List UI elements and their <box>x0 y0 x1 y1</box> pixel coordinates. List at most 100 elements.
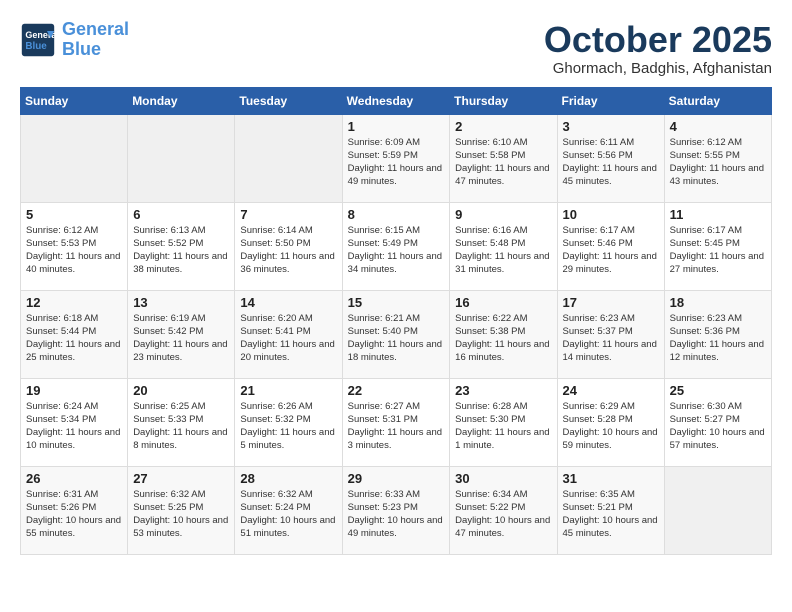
day-info: Sunrise: 6:09 AMSunset: 5:59 PMDaylight:… <box>348 136 445 189</box>
day-info: Sunrise: 6:10 AMSunset: 5:58 PMDaylight:… <box>455 136 551 189</box>
day-number: 1 <box>348 119 445 134</box>
calendar-cell: 26 Sunrise: 6:31 AMSunset: 5:26 PMDayligh… <box>21 466 128 554</box>
day-info: Sunrise: 6:23 AMSunset: 5:37 PMDaylight:… <box>563 312 659 365</box>
day-number: 17 <box>563 295 659 310</box>
calendar-cell: 10 Sunrise: 6:17 AMSunset: 5:46 PMDayligh… <box>557 202 664 290</box>
day-info: Sunrise: 6:11 AMSunset: 5:56 PMDaylight:… <box>563 136 659 189</box>
calendar-header-row: SundayMondayTuesdayWednesdayThursdayFrid… <box>21 87 772 114</box>
day-number: 10 <box>563 207 659 222</box>
day-number: 8 <box>348 207 445 222</box>
calendar-cell: 19 Sunrise: 6:24 AMSunset: 5:34 PMDayligh… <box>21 378 128 466</box>
month-title: October 2025 <box>544 20 772 60</box>
calendar-cell <box>21 114 128 202</box>
day-info: Sunrise: 6:18 AMSunset: 5:44 PMDaylight:… <box>26 312 122 365</box>
title-block: October 2025 Ghormach, Badghis, Afghanis… <box>544 20 772 77</box>
calendar-cell: 20Sunrise: 6:25 AMSunset: 5:33 PMDayligh… <box>128 378 235 466</box>
calendar-cell: 8 Sunrise: 6:15 AMSunset: 5:49 PMDaylight… <box>342 202 450 290</box>
day-number: 19 <box>26 383 122 398</box>
day-number: 9 <box>455 207 551 222</box>
logo: General Blue GeneralBlue <box>20 20 129 60</box>
calendar-cell: 9 Sunrise: 6:16 AMSunset: 5:48 PMDaylight… <box>450 202 557 290</box>
day-number: 18 <box>670 295 766 310</box>
day-number: 7 <box>240 207 336 222</box>
calendar-week-5: 26 Sunrise: 6:31 AMSunset: 5:26 PMDayligh… <box>21 466 772 554</box>
day-info: Sunrise: 6:17 AMSunset: 5:45 PMDaylight:… <box>670 224 766 277</box>
calendar-cell: 2 Sunrise: 6:10 AMSunset: 5:58 PMDaylight… <box>450 114 557 202</box>
calendar-weekday-wednesday: Wednesday <box>342 87 450 114</box>
calendar-week-1: 1 Sunrise: 6:09 AMSunset: 5:59 PMDaylight… <box>21 114 772 202</box>
day-number: 14 <box>240 295 336 310</box>
calendar-cell: 16 Sunrise: 6:22 AMSunset: 5:38 PMDayligh… <box>450 290 557 378</box>
day-info: Sunrise: 6:32 AMSunset: 5:25 PMDaylight:… <box>133 488 229 541</box>
day-info: Sunrise: 6:16 AMSunset: 5:48 PMDaylight:… <box>455 224 551 277</box>
calendar-weekday-tuesday: Tuesday <box>235 87 342 114</box>
location-subtitle: Ghormach, Badghis, Afghanistan <box>544 60 772 77</box>
calendar-cell <box>664 466 771 554</box>
day-info: Sunrise: 6:17 AMSunset: 5:46 PMDaylight:… <box>563 224 659 277</box>
day-info: Sunrise: 6:28 AMSunset: 5:30 PMDaylight:… <box>455 400 551 453</box>
logo-icon: General Blue <box>20 22 56 58</box>
day-number: 31 <box>563 471 659 486</box>
day-info: Sunrise: 6:27 AMSunset: 5:31 PMDaylight:… <box>348 400 445 453</box>
calendar-week-3: 12 Sunrise: 6:18 AMSunset: 5:44 PMDayligh… <box>21 290 772 378</box>
calendar-cell: 6 Sunrise: 6:13 AMSunset: 5:52 PMDaylight… <box>128 202 235 290</box>
day-info: Sunrise: 6:24 AMSunset: 5:34 PMDaylight:… <box>26 400 122 453</box>
day-info: Sunrise: 6:15 AMSunset: 5:49 PMDaylight:… <box>348 224 445 277</box>
calendar-cell: 30Sunrise: 6:34 AMSunset: 5:22 PMDayligh… <box>450 466 557 554</box>
day-number: 26 <box>26 471 122 486</box>
day-info: Sunrise: 6:30 AMSunset: 5:27 PMDaylight:… <box>670 400 766 453</box>
calendar-cell: 11 Sunrise: 6:17 AMSunset: 5:45 PMDayligh… <box>664 202 771 290</box>
day-number: 12 <box>26 295 122 310</box>
calendar-weekday-friday: Friday <box>557 87 664 114</box>
calendar-cell: 3Sunrise: 6:11 AMSunset: 5:56 PMDaylight… <box>557 114 664 202</box>
day-number: 16 <box>455 295 551 310</box>
calendar-weekday-saturday: Saturday <box>664 87 771 114</box>
day-number: 11 <box>670 207 766 222</box>
day-info: Sunrise: 6:29 AMSunset: 5:28 PMDaylight:… <box>563 400 659 453</box>
day-number: 28 <box>240 471 336 486</box>
day-number: 4 <box>670 119 766 134</box>
calendar-cell: 21Sunrise: 6:26 AMSunset: 5:32 PMDayligh… <box>235 378 342 466</box>
calendar-weekday-sunday: Sunday <box>21 87 128 114</box>
calendar-week-4: 19 Sunrise: 6:24 AMSunset: 5:34 PMDayligh… <box>21 378 772 466</box>
day-number: 25 <box>670 383 766 398</box>
day-info: Sunrise: 6:14 AMSunset: 5:50 PMDaylight:… <box>240 224 336 277</box>
calendar-cell: 7 Sunrise: 6:14 AMSunset: 5:50 PMDaylight… <box>235 202 342 290</box>
day-number: 21 <box>240 383 336 398</box>
logo-text: GeneralBlue <box>62 20 129 60</box>
calendar-cell: 17 Sunrise: 6:23 AMSunset: 5:37 PMDayligh… <box>557 290 664 378</box>
day-number: 13 <box>133 295 229 310</box>
day-info: Sunrise: 6:25 AMSunset: 5:33 PMDaylight:… <box>133 400 229 453</box>
calendar-cell: 28Sunrise: 6:32 AMSunset: 5:24 PMDayligh… <box>235 466 342 554</box>
page-header: General Blue GeneralBlue October 2025 Gh… <box>20 20 772 77</box>
calendar-cell <box>235 114 342 202</box>
day-number: 30 <box>455 471 551 486</box>
day-info: Sunrise: 6:19 AMSunset: 5:42 PMDaylight:… <box>133 312 229 365</box>
day-info: Sunrise: 6:13 AMSunset: 5:52 PMDaylight:… <box>133 224 229 277</box>
day-number: 22 <box>348 383 445 398</box>
calendar-cell: 27Sunrise: 6:32 AMSunset: 5:25 PMDayligh… <box>128 466 235 554</box>
calendar-cell: 18Sunrise: 6:23 AMSunset: 5:36 PMDayligh… <box>664 290 771 378</box>
day-number: 29 <box>348 471 445 486</box>
calendar-weekday-monday: Monday <box>128 87 235 114</box>
day-info: Sunrise: 6:20 AMSunset: 5:41 PMDaylight:… <box>240 312 336 365</box>
calendar-cell: 12 Sunrise: 6:18 AMSunset: 5:44 PMDayligh… <box>21 290 128 378</box>
calendar-cell: 14 Sunrise: 6:20 AMSunset: 5:41 PMDayligh… <box>235 290 342 378</box>
calendar-cell <box>128 114 235 202</box>
calendar-cell: 24 Sunrise: 6:29 AMSunset: 5:28 PMDayligh… <box>557 378 664 466</box>
day-number: 24 <box>563 383 659 398</box>
calendar-week-2: 5 Sunrise: 6:12 AMSunset: 5:53 PMDaylight… <box>21 202 772 290</box>
calendar-cell: 5 Sunrise: 6:12 AMSunset: 5:53 PMDaylight… <box>21 202 128 290</box>
calendar-cell: 15Sunrise: 6:21 AMSunset: 5:40 PMDayligh… <box>342 290 450 378</box>
day-info: Sunrise: 6:31 AMSunset: 5:26 PMDaylight:… <box>26 488 122 541</box>
calendar-cell: 1 Sunrise: 6:09 AMSunset: 5:59 PMDaylight… <box>342 114 450 202</box>
day-number: 5 <box>26 207 122 222</box>
day-info: Sunrise: 6:35 AMSunset: 5:21 PMDaylight:… <box>563 488 659 541</box>
calendar-cell: 22 Sunrise: 6:27 AMSunset: 5:31 PMDayligh… <box>342 378 450 466</box>
calendar-cell: 29Sunrise: 6:33 AMSunset: 5:23 PMDayligh… <box>342 466 450 554</box>
svg-text:Blue: Blue <box>25 41 47 52</box>
day-info: Sunrise: 6:22 AMSunset: 5:38 PMDaylight:… <box>455 312 551 365</box>
day-number: 2 <box>455 119 551 134</box>
day-info: Sunrise: 6:12 AMSunset: 5:53 PMDaylight:… <box>26 224 122 277</box>
day-number: 6 <box>133 207 229 222</box>
